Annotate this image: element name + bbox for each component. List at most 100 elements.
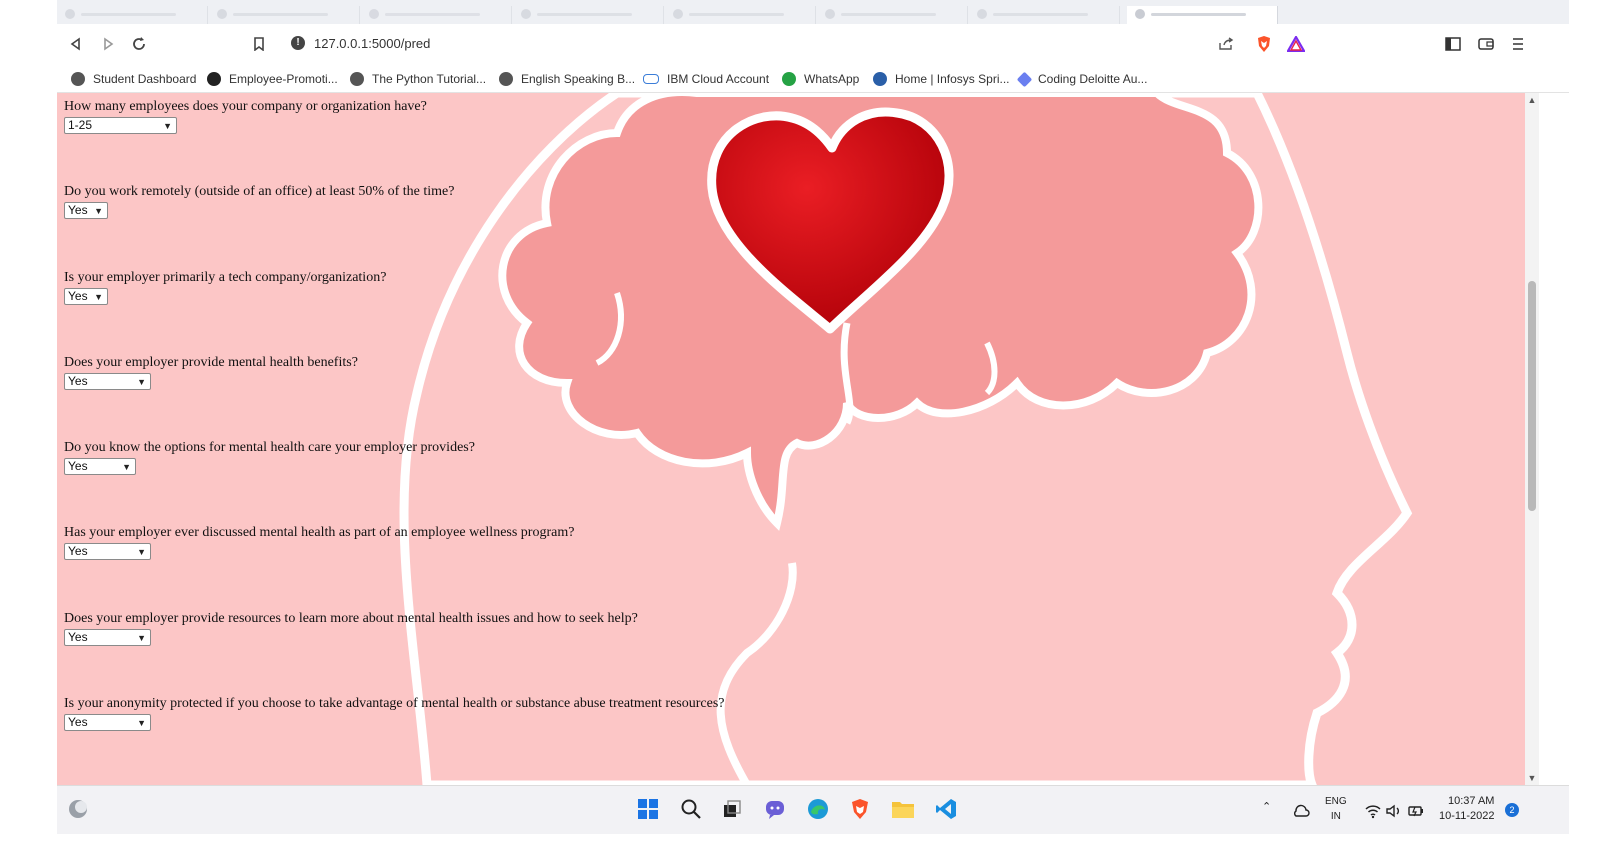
tab[interactable] (361, 6, 512, 24)
chevron-down-icon: ▼ (163, 121, 172, 131)
search-icon[interactable] (678, 796, 704, 822)
chevron-down-icon: ▼ (137, 718, 146, 728)
edge-icon[interactable] (805, 796, 831, 822)
bookmark-label: Employee-Promoti... (229, 72, 338, 86)
question-label: Does your employer provide resources to … (64, 611, 638, 626)
language-indicator[interactable]: ENG IN (1325, 794, 1347, 824)
browser-window: ! 127.0.0.1:5000/pred Student Dashboard … (57, 0, 1569, 854)
task-view-icon[interactable] (719, 796, 745, 822)
gem-icon (1016, 71, 1033, 87)
globe-icon (71, 72, 85, 86)
url-text[interactable]: 127.0.0.1:5000/pred (314, 36, 430, 51)
bookmark-label: Student Dashboard (93, 72, 197, 86)
bookmark-item[interactable]: IBM Cloud Account (643, 70, 769, 88)
question-label: How many employees does your company or … (64, 99, 427, 114)
cloud-icon (643, 74, 659, 84)
clock-date: 10-11-2022 (1439, 810, 1495, 822)
question-label: Is your employer primarily a tech compan… (64, 270, 387, 285)
scroll-down-icon[interactable]: ▼ (1527, 773, 1537, 783)
select-value: Yes (68, 289, 88, 303)
bookmark-item[interactable]: WhatsApp (782, 70, 859, 88)
care-options-select[interactable]: Yes ▼ (64, 458, 136, 475)
chevron-down-icon: ▼ (94, 206, 103, 216)
tab[interactable] (969, 6, 1120, 24)
clock-time: 10:37 AM (1447, 795, 1495, 807)
tech-company-select[interactable]: Yes ▼ (64, 288, 108, 305)
tab[interactable] (513, 6, 664, 24)
tab-favicon-icon (217, 9, 227, 19)
tab[interactable] (57, 6, 208, 24)
scroll-up-icon[interactable]: ▲ (1527, 95, 1537, 105)
browser-toolbar: ! 127.0.0.1:5000/pred (57, 24, 1569, 64)
tab-favicon-icon (977, 9, 987, 19)
bookmark-label: WhatsApp (804, 72, 860, 86)
question-label: Do you know the options for mental healt… (64, 440, 475, 455)
region-code: IN (1330, 811, 1341, 822)
wallet-icon[interactable] (1475, 33, 1497, 55)
bookmark-item[interactable]: Coding Deloitte Au... (1016, 70, 1148, 88)
seek-help-select[interactable]: Yes ▼ (64, 629, 151, 646)
select-value: Yes (68, 715, 88, 729)
tab-favicon-icon (825, 9, 835, 19)
address-bar[interactable] (287, 28, 1377, 60)
bookmark-item[interactable]: Student Dashboard (71, 70, 196, 88)
teams-chat-icon[interactable] (762, 796, 788, 822)
tray-overflow-icon[interactable]: ⌃ (1262, 800, 1271, 813)
question-label: Does your employer provide mental health… (64, 355, 358, 370)
bookmark-item[interactable]: Employee-Promoti... (207, 70, 338, 88)
bookmark-label: IBM Cloud Account (667, 72, 770, 86)
question-label: Has your employer ever discussed mental … (64, 525, 575, 540)
taskbar-clock[interactable]: 10:37 AM 10-11-2022 (1439, 794, 1494, 824)
chevron-down-icon: ▼ (122, 462, 131, 472)
bookmark-item[interactable]: The Python Tutorial... (350, 70, 486, 88)
windows-taskbar: ⌃ ENG IN 10:37 AM 10-11-2022 2 (57, 785, 1569, 834)
bookmark-item[interactable]: Home | Infosys Spri... (873, 70, 1010, 88)
select-value: Yes (68, 459, 88, 473)
tab[interactable] (209, 6, 360, 24)
brave-rewards-icon[interactable] (1285, 33, 1307, 55)
question-label: Do you work remotely (outside of an offi… (64, 184, 455, 199)
file-explorer-icon[interactable] (890, 796, 916, 822)
network-cloud-icon[interactable] (1288, 798, 1314, 824)
benefits-select[interactable]: Yes ▼ (64, 373, 151, 390)
select-value: Yes (68, 630, 88, 644)
globe-icon (350, 72, 364, 86)
share-icon[interactable] (1215, 33, 1237, 55)
brave-shield-icon[interactable] (1253, 33, 1275, 55)
employees-select[interactable]: 1-25 ▼ (64, 117, 177, 134)
wellness-program-select[interactable]: Yes ▼ (64, 543, 151, 560)
select-value: Yes (68, 544, 88, 558)
bookmark-label: Coding Deloitte Au... (1038, 72, 1148, 86)
remote-work-select[interactable]: Yes ▼ (64, 202, 108, 219)
vscode-icon[interactable] (933, 796, 959, 822)
forward-icon[interactable] (97, 33, 119, 55)
tab[interactable] (817, 6, 968, 24)
tab-strip (57, 0, 1569, 24)
weather-icon[interactable] (65, 796, 91, 822)
tab-active[interactable] (1127, 6, 1278, 24)
reload-icon[interactable] (128, 33, 150, 55)
language-code: ENG (1325, 796, 1347, 807)
page-scrollbar[interactable]: ▲ ▼ (1525, 93, 1539, 785)
page-viewport: How many employees does your company or … (57, 93, 1525, 785)
bookmark-item[interactable]: English Speaking B... (499, 70, 635, 88)
globe-icon (499, 72, 513, 86)
tab-favicon-icon (369, 9, 379, 19)
start-icon[interactable] (635, 796, 661, 822)
bookmark-icon[interactable] (248, 33, 270, 55)
menu-icon[interactable] (1507, 33, 1529, 55)
sidebar-toggle-icon[interactable] (1442, 33, 1464, 55)
notification-badge[interactable]: 2 (1505, 803, 1519, 817)
brave-browser-icon[interactable] (847, 796, 873, 822)
anonymity-select[interactable]: Yes ▼ (64, 714, 151, 731)
tab[interactable] (665, 6, 816, 24)
back-icon[interactable] (65, 33, 87, 55)
github-icon (207, 72, 221, 86)
bookmark-label: The Python Tutorial... (372, 72, 487, 86)
tab-favicon-icon (65, 9, 75, 19)
whatsapp-icon (782, 72, 796, 86)
tab-favicon-icon (521, 9, 531, 19)
site-info-icon[interactable]: ! (291, 36, 305, 50)
scroll-thumb[interactable] (1528, 281, 1536, 511)
battery-icon[interactable] (1403, 798, 1429, 824)
